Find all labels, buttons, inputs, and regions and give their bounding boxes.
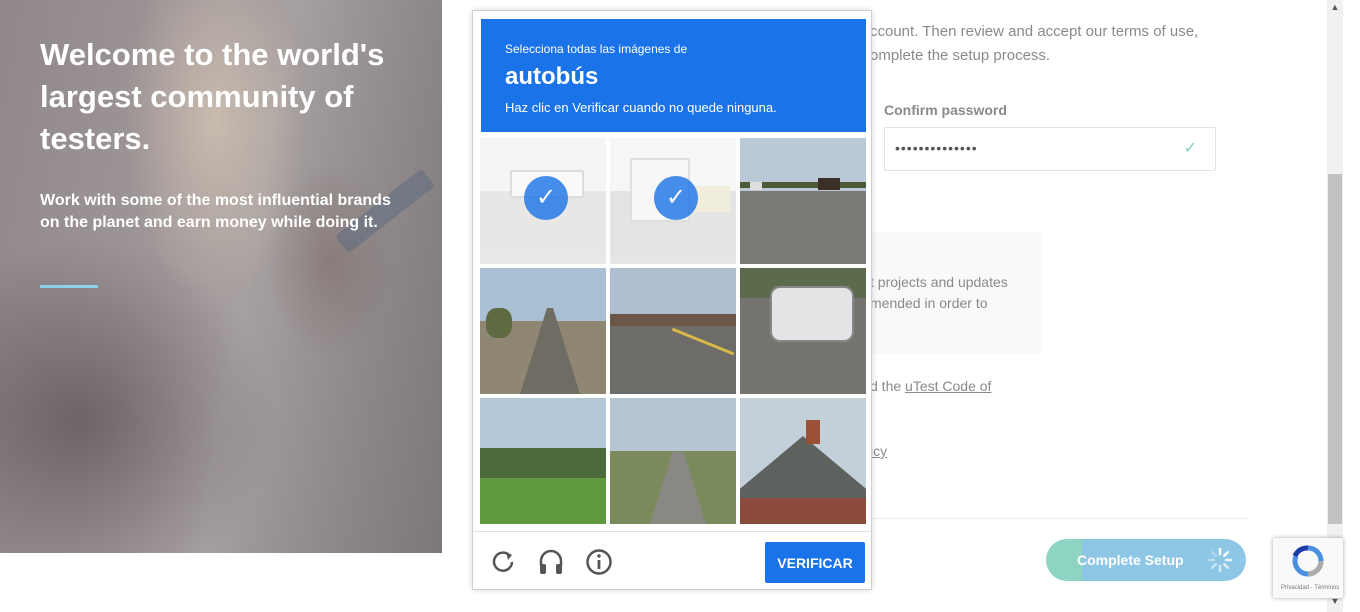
info-text: t projects and updates mended in order t…	[870, 272, 1008, 314]
selected-check-icon: ✓	[524, 176, 568, 220]
terms-prefix: d the	[870, 378, 906, 394]
captcha-image-grid: ✓ ✓	[480, 138, 866, 524]
tile-image	[480, 398, 606, 524]
info-text-line2: mended in order to	[870, 295, 988, 311]
selected-check-icon: ✓	[654, 176, 698, 220]
captcha-tile-7[interactable]	[480, 398, 606, 524]
scrollbar-thumb[interactable]	[1328, 174, 1342, 524]
form-intro-line2: omplete the setup process.	[870, 47, 1051, 64]
captcha-instruction-secondary: Haz clic en Verificar cuando no quede ni…	[505, 100, 777, 115]
captcha-tile-1[interactable]: ✓	[480, 138, 606, 264]
captcha-tile-3[interactable]	[740, 138, 866, 264]
tile-image	[480, 268, 606, 394]
hero-panel: Welcome to the world's largest community…	[0, 0, 442, 553]
info-text-line1: t projects and updates	[870, 274, 1008, 290]
captcha-challenge: Selecciona todas las imágenes de autobús…	[472, 10, 872, 590]
captcha-instruction: Selecciona todas las imágenes de	[505, 42, 688, 56]
captcha-tile-8[interactable]	[610, 398, 736, 524]
headphones-icon[interactable]	[536, 547, 566, 577]
tile-image	[610, 268, 736, 394]
captcha-tile-9[interactable]	[740, 398, 866, 524]
hero-accent-bar	[40, 285, 98, 288]
recaptcha-footer: Privacidad - Términos	[1281, 585, 1340, 591]
confirm-password-field[interactable]: •••••••••••••• ✓	[884, 127, 1216, 171]
tile-image	[740, 398, 866, 524]
recaptcha-logo-icon	[1292, 545, 1324, 577]
tile-image	[610, 398, 736, 524]
complete-setup-label: Complete Setup	[1077, 552, 1184, 568]
hero-subtext: Work with some of the most influential b…	[40, 192, 391, 231]
captcha-footer-divider	[473, 531, 871, 532]
captcha-target-word: autobús	[505, 63, 599, 90]
confirm-password-label: Confirm password	[884, 102, 1007, 118]
loading-spinner-icon	[1207, 547, 1233, 573]
captcha-tile-5[interactable]	[610, 268, 736, 394]
captcha-tile-6[interactable]	[740, 268, 866, 394]
form-intro: ccount. Then review and accept our terms…	[870, 20, 1230, 68]
confirm-password-value: ••••••••••••••	[895, 140, 978, 156]
checkmark-icon: ✓	[1183, 140, 1197, 157]
captcha-tile-2[interactable]: ✓	[610, 138, 736, 264]
complete-setup-button[interactable]: Complete Setup	[1046, 539, 1246, 581]
recaptcha-badge[interactable]: Privacidad - Términos	[1273, 538, 1343, 598]
reload-icon[interactable]	[488, 547, 518, 577]
hero-headline: Welcome to the world's largest community…	[40, 37, 385, 156]
form-intro-line1: ccount. Then review and accept our terms…	[870, 23, 1199, 40]
terms-text: d the uTest Code of	[870, 378, 991, 394]
tile-image	[740, 268, 866, 394]
policy-link[interactable]: icy	[870, 443, 887, 459]
verify-button[interactable]: VERIFICAR	[765, 542, 865, 583]
captcha-header: Selecciona todas las imágenes de autobús…	[481, 19, 866, 132]
code-of-conduct-link[interactable]: uTest Code of	[905, 378, 991, 394]
form-divider	[872, 518, 1248, 519]
tile-image	[740, 138, 866, 264]
scroll-up-arrow-icon[interactable]: ▲	[1329, 2, 1341, 14]
captcha-tile-4[interactable]	[480, 268, 606, 394]
info-icon[interactable]	[584, 547, 614, 577]
